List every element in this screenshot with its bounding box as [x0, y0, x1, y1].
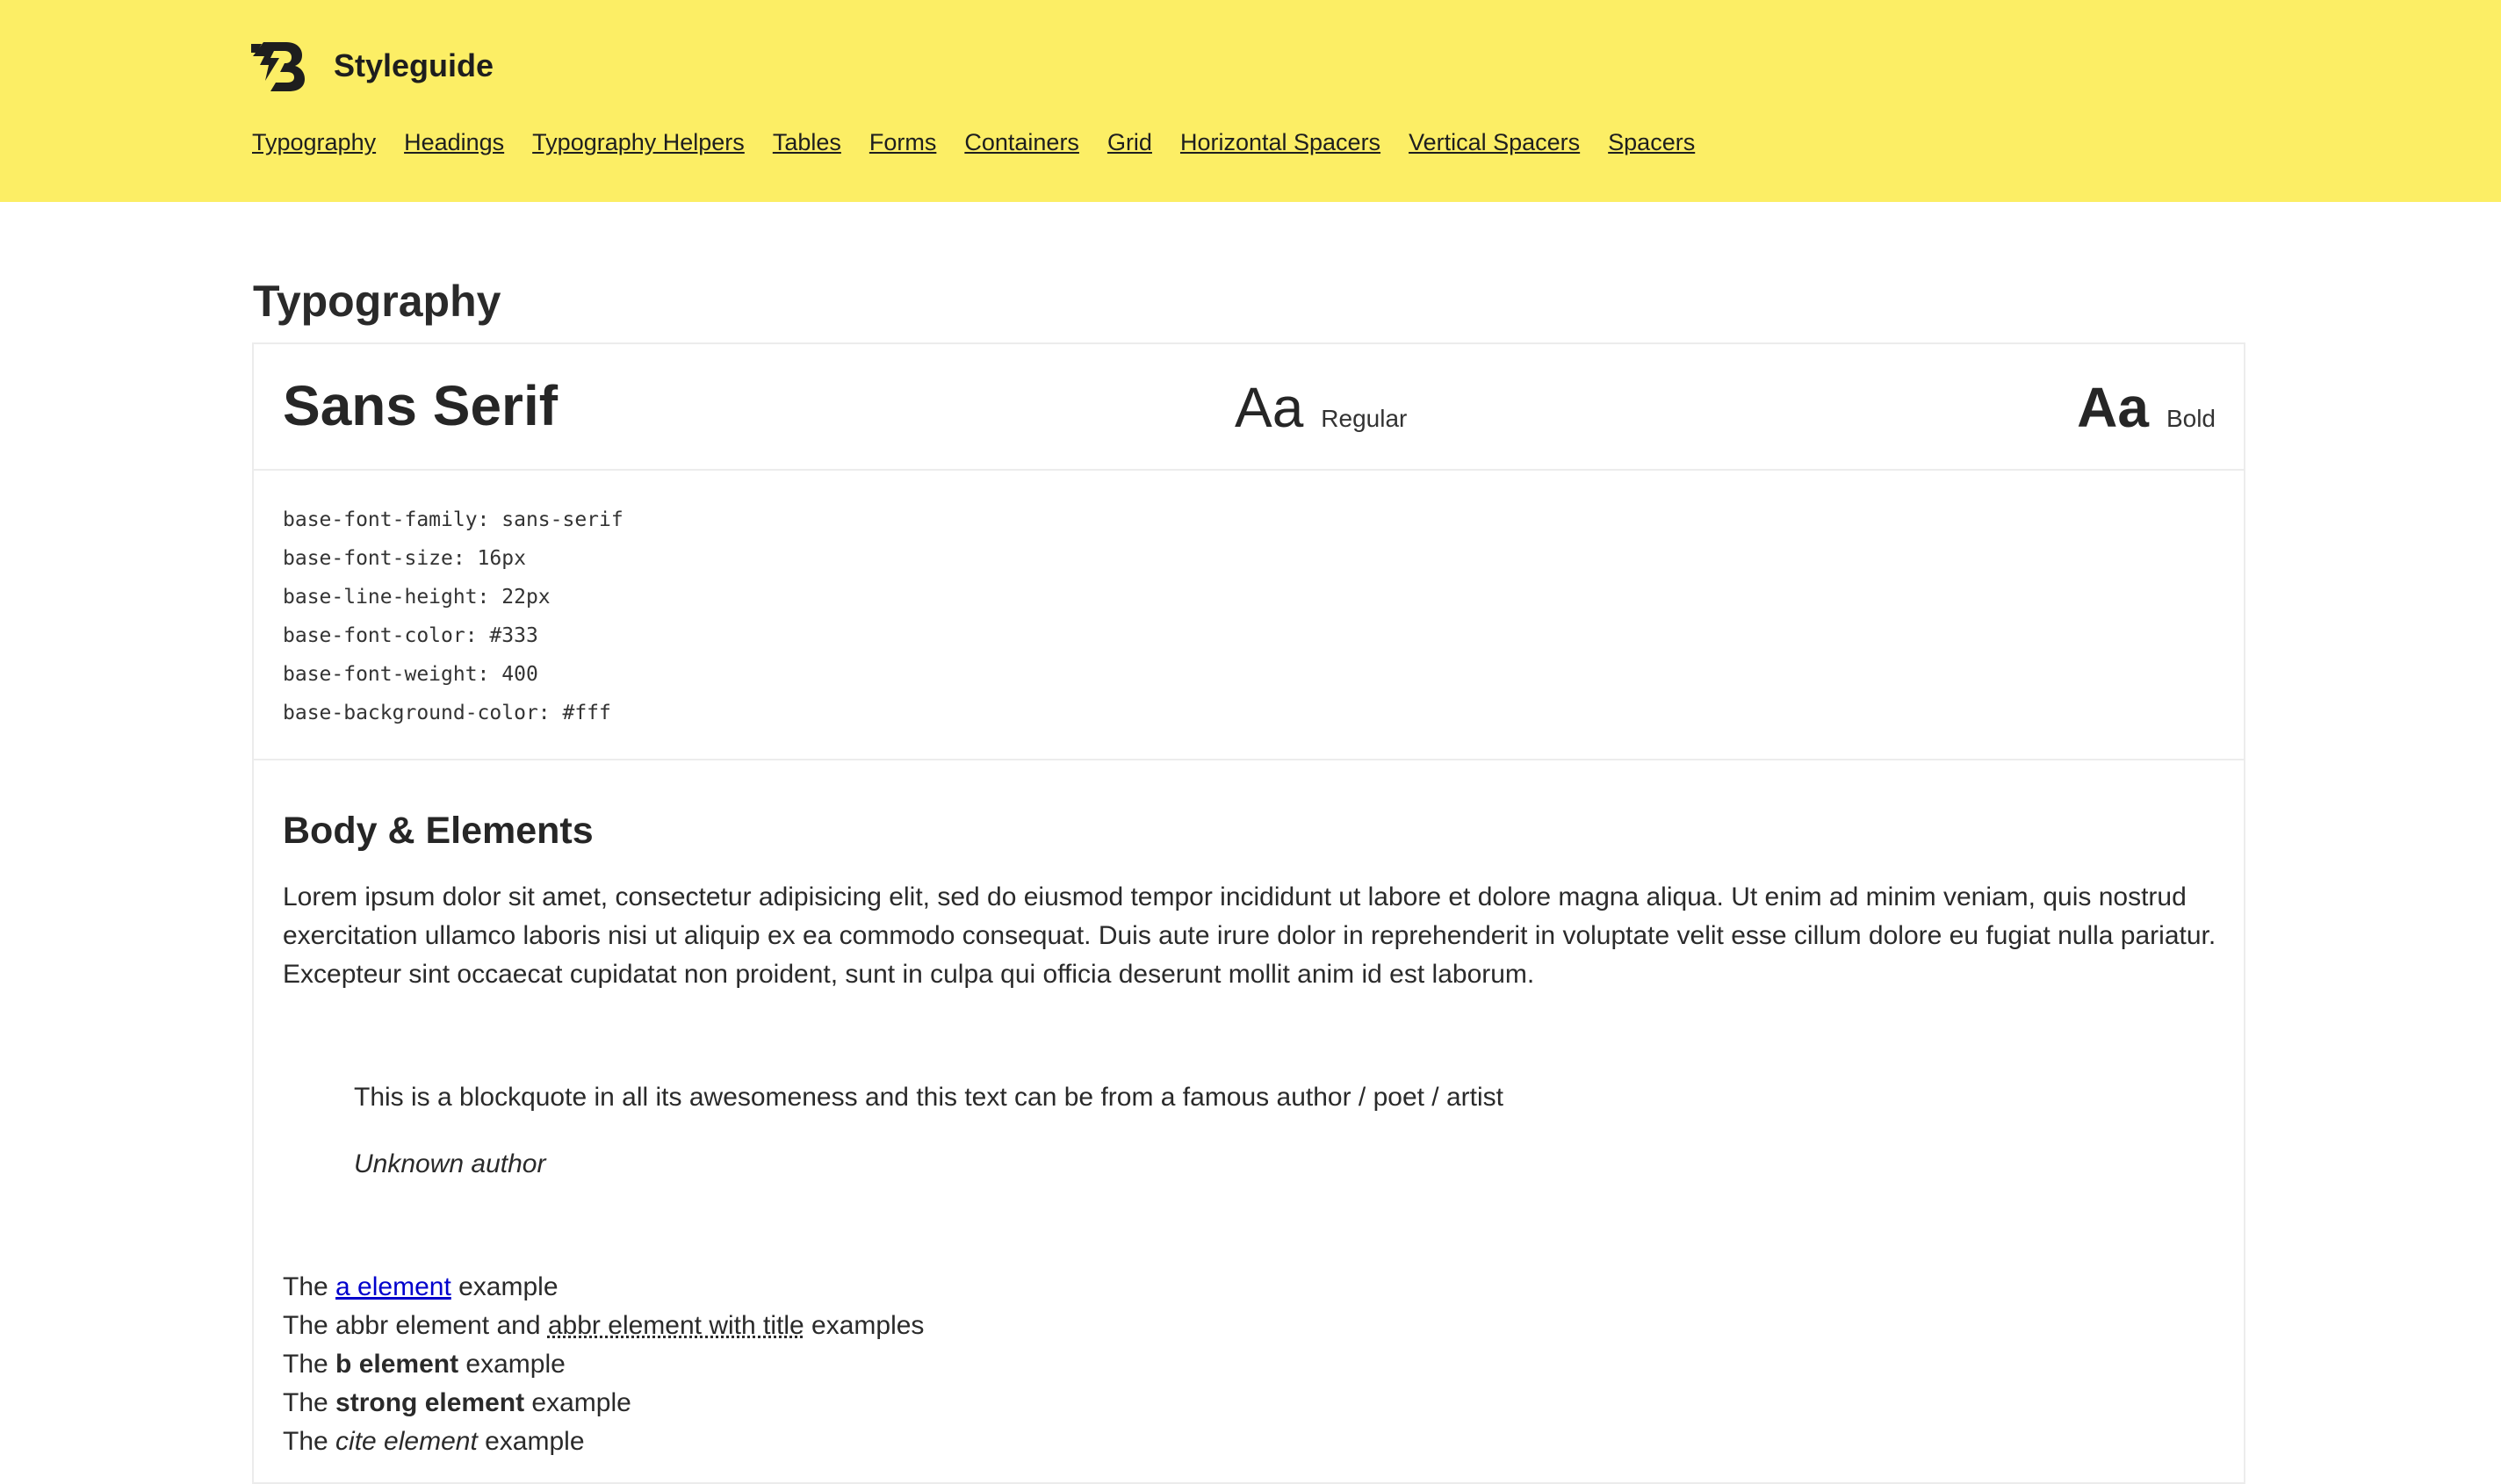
font-family-name: Sans Serif	[283, 374, 559, 437]
divider	[254, 759, 2244, 760]
strong-element-example: The strong element example	[283, 1384, 924, 1423]
nav-link-tables[interactable]: Tables	[773, 123, 841, 162]
example-prefix: The	[283, 1388, 336, 1417]
regular-sample-glyphs: Aa	[1235, 376, 1304, 439]
base-variables-code: base-font-family: sans-serif base-font-s…	[283, 501, 623, 732]
nav-link-headings[interactable]: Headings	[404, 123, 504, 162]
nav-link-containers[interactable]: Containers	[964, 123, 1079, 162]
abbr-element-example: The abbr element and abbr element with t…	[283, 1307, 924, 1345]
example-suffix: example	[477, 1427, 585, 1456]
code-line: base-font-family: sans-serif	[283, 508, 623, 531]
nav-link-typography[interactable]: Typography	[252, 123, 376, 162]
strong-element: strong element	[335, 1388, 525, 1417]
nav-link-forms[interactable]: Forms	[869, 123, 937, 162]
abbr-element: abbr element with title	[547, 1311, 804, 1340]
site-header: Styleguide Typography Headings Typograph…	[0, 0, 2501, 202]
code-line: base-line-height: 22px	[283, 586, 551, 609]
code-line: base-background-color: #fff	[283, 702, 611, 724]
example-suffix: examples	[804, 1311, 925, 1340]
example-suffix: example	[524, 1388, 631, 1417]
section-title-body-elements: Body & Elements	[283, 810, 594, 852]
brand-title: Styleguide	[334, 47, 494, 83]
code-line: base-font-color: #333	[283, 624, 538, 647]
code-line: base-font-size: 16px	[283, 547, 526, 570]
b-element-example: The b element example	[283, 1345, 924, 1384]
nav-link-typography-helpers[interactable]: Typography Helpers	[532, 123, 745, 162]
b-element: b element	[335, 1350, 459, 1379]
regular-sample-label: Regular	[1321, 405, 1408, 432]
b-lightning-logo-icon	[251, 42, 305, 91]
blockquote: This is a blockquote in all its awesomen…	[354, 1078, 1503, 1184]
bold-sample-glyphs: Aa	[2077, 376, 2149, 439]
blockquote-text: This is a blockquote in all its awesomen…	[354, 1083, 1503, 1112]
brand[interactable]: Styleguide	[251, 39, 494, 93]
nav-link-horizontal-spacers[interactable]: Horizontal Spacers	[1180, 123, 1380, 162]
typography-card: Sans Serif Aa Regular Aa Bold base-font-…	[252, 342, 2245, 1484]
bold-sample: Aa Bold	[2077, 374, 2216, 441]
lorem-paragraph: Lorem ipsum dolor sit amet, consectetur …	[283, 882, 2216, 989]
example-suffix: example	[450, 1272, 559, 1301]
element-examples: The a element example The abbr element a…	[283, 1268, 924, 1461]
example-prefix: The abbr element and	[283, 1311, 548, 1340]
main-nav: Typography Headings Typography Helpers T…	[252, 123, 1723, 162]
blockquote-author: Unknown author	[354, 1149, 546, 1178]
example-prefix: The	[283, 1427, 336, 1456]
bold-sample-label: Bold	[2166, 405, 2216, 432]
code-line: base-font-weight: 400	[283, 663, 538, 686]
example-prefix: The	[283, 1272, 336, 1301]
cite-element: cite element	[335, 1427, 478, 1456]
cite-element-example: The cite element example	[283, 1423, 924, 1461]
page-title: Typography	[253, 277, 501, 326]
example-suffix: example	[458, 1350, 566, 1379]
font-sample-row: Sans Serif Aa Regular Aa Bold	[254, 344, 2244, 471]
a-element-example: The a element example	[283, 1268, 924, 1307]
regular-sample: Aa Regular	[1235, 374, 1407, 441]
nav-link-vertical-spacers[interactable]: Vertical Spacers	[1409, 123, 1580, 162]
nav-link-spacers[interactable]: Spacers	[1608, 123, 1695, 162]
a-element-link[interactable]: a element	[335, 1272, 451, 1301]
nav-link-grid[interactable]: Grid	[1107, 123, 1152, 162]
example-prefix: The	[283, 1350, 336, 1379]
